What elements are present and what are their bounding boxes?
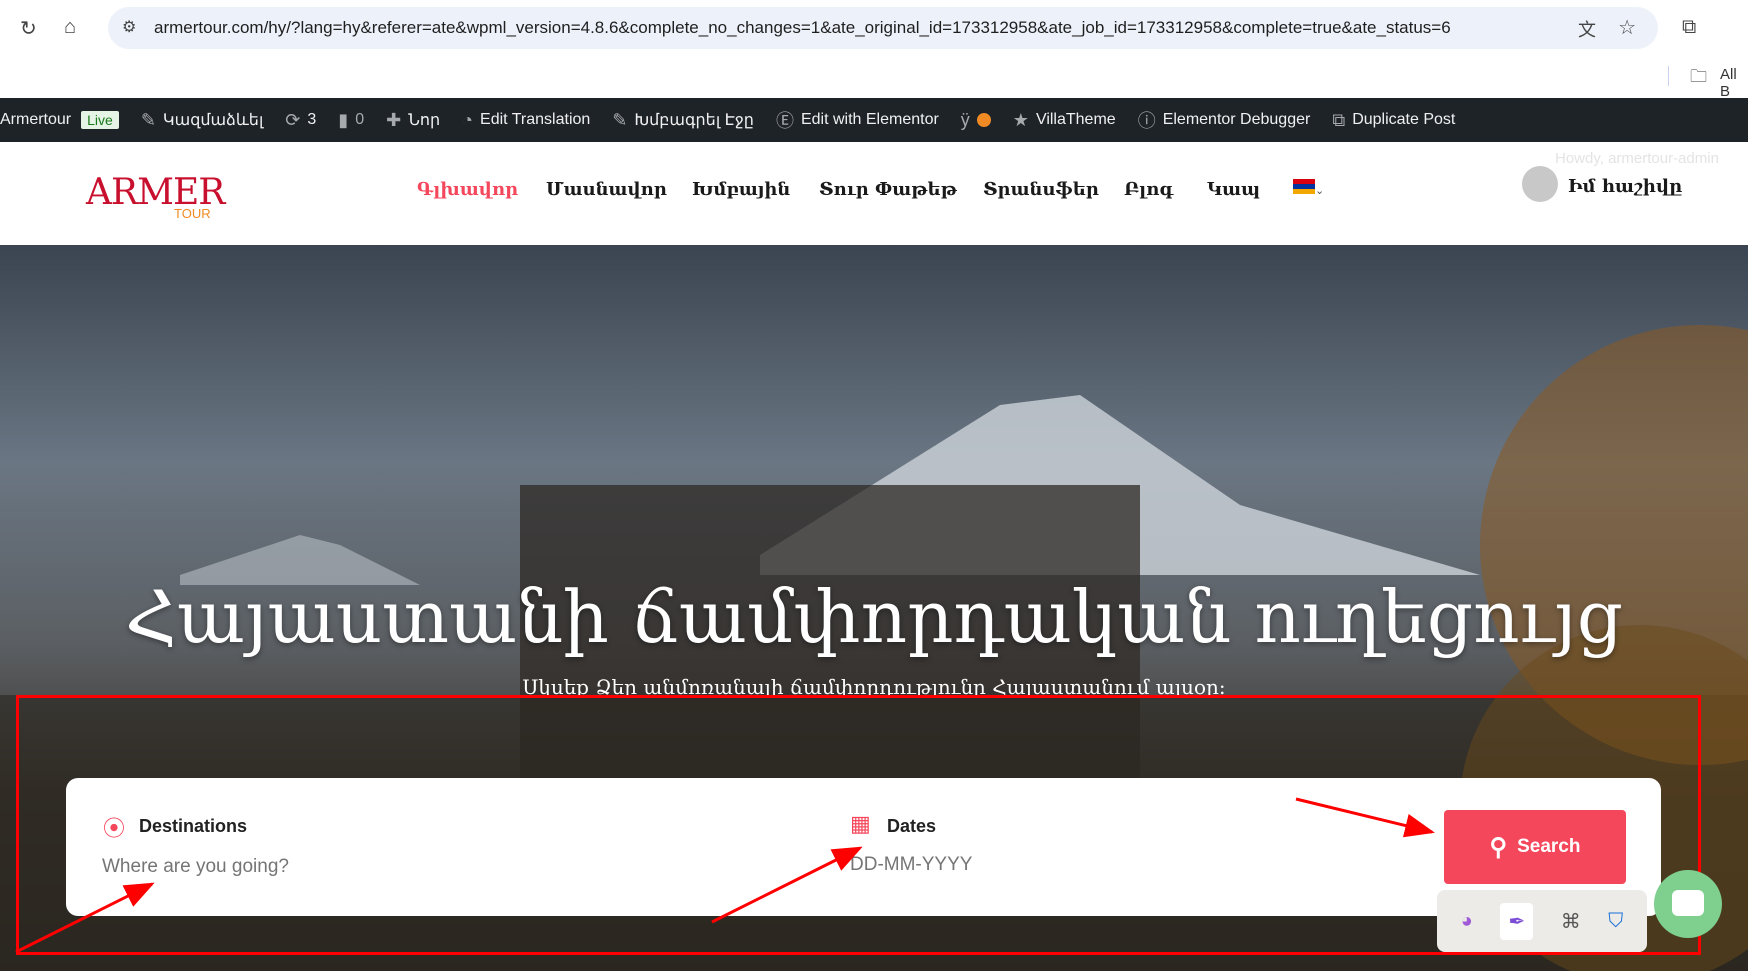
apps-icon[interactable]: ⌘	[1561, 909, 1581, 934]
home-icon[interactable]: ⌂	[64, 16, 76, 39]
edit-translation-label: Edit Translation	[480, 111, 591, 128]
shield-icon[interactable]: ⛉	[1608, 910, 1623, 933]
admin-site-link[interactable]: Armertour	[0, 111, 71, 129]
bookmarks-bar: 🗀 All B	[0, 62, 1748, 100]
nav-tour-package[interactable]: Տուր Փաթեթ	[819, 179, 957, 200]
logo[interactable]: ARMER TOUR	[86, 158, 226, 222]
comment-icon: ▮	[338, 109, 349, 130]
debugger-link[interactable]: ⓘ Elementor Debugger	[1138, 107, 1311, 133]
nav-home[interactable]: Գլխավոր	[417, 179, 518, 200]
nav-blog[interactable]: Բլոգ	[1124, 179, 1173, 200]
comments-link[interactable]: ▮ 0	[338, 110, 364, 131]
language-switcher[interactable]: ⌄	[1293, 179, 1324, 199]
plus-icon: ✚	[386, 109, 402, 130]
debugger-label: Elementor Debugger	[1162, 111, 1311, 128]
browser-toolbar: ↻ ⌂ ⚙ armertour.com/hy/?lang=hy&referer=…	[0, 0, 1748, 62]
chevron-down-icon: ⌄	[1315, 185, 1325, 197]
pen-icon[interactable]: ✒	[1500, 902, 1534, 940]
comments-count: 0	[355, 111, 365, 128]
edit-elementor-label: Edit with Elementor	[800, 111, 939, 128]
extensions-icon[interactable]: ⧉	[1682, 16, 1696, 39]
my-account-link[interactable]: Իմ հաշիվը	[1568, 176, 1682, 197]
updates-count: 3	[307, 111, 317, 128]
url-text[interactable]: armertour.com/hy/?lang=hy&referer=ate&wp…	[154, 18, 1451, 38]
elementor-icon: Ⓔ	[775, 111, 794, 131]
edit-page-label: Խմբագրել Էջը	[634, 112, 754, 129]
seo-status-dot	[976, 113, 991, 127]
yoast-icon: ÿ	[960, 109, 970, 130]
folder-icon: 🗀	[1690, 67, 1707, 86]
nav-group[interactable]: Խմբային	[692, 179, 790, 200]
updates-link[interactable]: ⟳ 3	[285, 110, 316, 131]
nav-private[interactable]: Մասնավոր	[546, 179, 667, 200]
yoast-link[interactable]: ÿ	[961, 110, 991, 131]
live-badge: Live	[81, 111, 119, 129]
extension-popup: ◕ ✒ ⌘ ⛉	[1437, 890, 1647, 952]
site-settings-icon[interactable]: ⚙	[122, 17, 136, 37]
nav-contact[interactable]: Կապ	[1207, 179, 1260, 200]
nav-transfer[interactable]: Տրանսֆեր	[983, 179, 1099, 200]
edit-translation-link[interactable]: ◔ Edit Translation	[462, 110, 590, 131]
duplicate-label: Duplicate Post	[1352, 111, 1456, 128]
customize-label: Կազմաձևել	[162, 112, 264, 129]
duplicate-icon: ⧉	[1332, 109, 1346, 130]
logo-subtext: TOUR	[174, 206, 211, 221]
all-bookmarks[interactable]: All B	[1720, 66, 1748, 100]
hero-title: Հայաստանի ճամփորդական ուղեցույց	[125, 575, 1623, 659]
pencil-icon: ✎	[612, 109, 628, 130]
villatheme-label: VillaTheme	[1035, 111, 1116, 128]
translation-icon: ◔	[462, 109, 474, 130]
customize-link[interactable]: ✎ Կազմաձևել	[141, 110, 263, 131]
howdy-text: Howdy, armertour-admin	[1555, 150, 1719, 167]
site-header: ARMER TOUR Գլխավոր Մասնավոր Խմբային Տուր…	[0, 142, 1748, 245]
translate-icon[interactable]: 文	[1578, 16, 1596, 42]
avatar[interactable]	[1522, 166, 1558, 202]
wp-admin-bar: Armertour Live ✎ Կազմաձևել ⟳ 3 ▮ 0 ✚ Նոր ◔ Ed…	[0, 98, 1748, 142]
address-bar[interactable]: ⚙ armertour.com/hy/?lang=hy&referer=ate&…	[108, 7, 1658, 49]
chat-button[interactable]	[1654, 870, 1722, 938]
villatheme-link[interactable]: ★ VillaTheme	[1013, 110, 1116, 131]
reload-icon[interactable]: ↻	[20, 16, 37, 41]
armenian-flag-icon	[1293, 179, 1315, 194]
edit-elementor-link[interactable]: Ⓔ Edit with Elementor	[776, 107, 939, 133]
star-icon: ★	[1012, 109, 1029, 130]
chat-icon	[1672, 890, 1704, 916]
info-icon: ⓘ	[1137, 111, 1156, 131]
new-label: Նոր	[408, 112, 441, 129]
new-link[interactable]: ✚ Նոր	[386, 110, 440, 131]
copilot-icon[interactable]: ◕	[1461, 910, 1473, 933]
updates-icon: ⟳	[285, 109, 301, 130]
bookmark-star-icon[interactable]: ☆	[1618, 15, 1636, 40]
brush-icon: ✎	[140, 109, 156, 130]
edit-page-link[interactable]: ✎ Խմբագրել Էջը	[612, 110, 754, 131]
duplicate-post-link[interactable]: ⧉ Duplicate Post	[1332, 110, 1455, 131]
